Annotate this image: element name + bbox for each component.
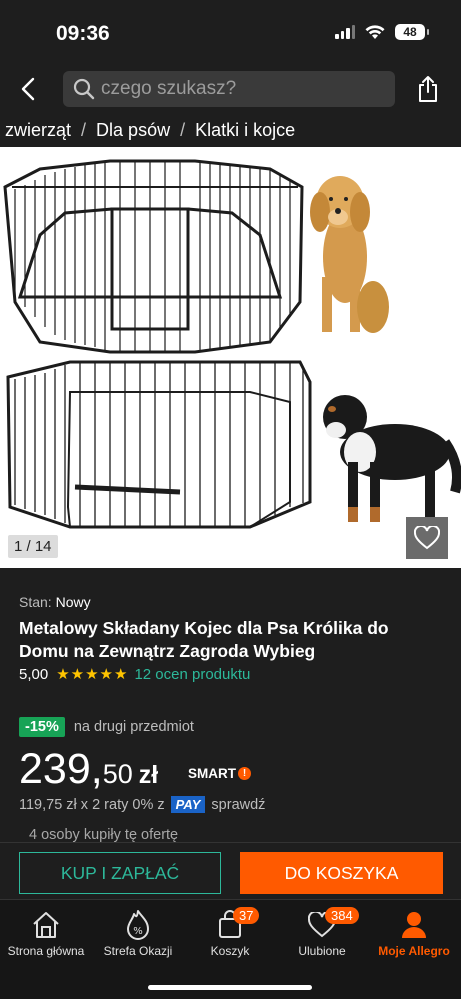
status-icons: 48 (335, 24, 429, 40)
product-condition: Stan: Nowy (19, 594, 91, 610)
home-indicator[interactable] (148, 985, 312, 990)
rating-stars-icon: ★★★★★ (56, 666, 129, 683)
deals-icon: % (127, 910, 149, 940)
tab-cart[interactable]: 37 Koszyk (184, 906, 276, 958)
condition-value: Nowy (55, 594, 91, 610)
svg-text:%: % (133, 926, 143, 937)
breadcrumb-item-dogs[interactable]: Dla psów (96, 120, 170, 141)
breadcrumb-item-cages[interactable]: Klatki i kojce (195, 120, 295, 141)
price-cents: 50 (102, 759, 133, 789)
installment-check-link[interactable]: sprawdź (211, 797, 265, 813)
smart-badge: SMART ! (188, 766, 251, 781)
breadcrumb-separator: / (180, 119, 186, 140)
tab-my-allegro[interactable]: Moje Allegro (368, 906, 460, 958)
home-icon (33, 912, 59, 938)
tab-deals-label: Strefa Okazji (103, 944, 173, 958)
add-to-cart-button[interactable]: DO KOSZYKA (240, 852, 443, 894)
installment-info: 119,75 zł x 2 raty 0% z PAY sprawdź (19, 796, 265, 813)
share-button[interactable] (413, 72, 443, 106)
discount-info: -15% na drugi przedmiot (19, 717, 194, 737)
buyers-count: 4 osoby kupiły tę ofertę (29, 827, 179, 843)
price-currency: zł (138, 761, 159, 789)
product-image (3, 159, 461, 529)
tab-my-allegro-label: Moje Allegro (378, 944, 450, 958)
rating-score: 5,00 (19, 665, 49, 683)
pay-logo: PAY (170, 796, 206, 813)
signal-icon (335, 25, 355, 39)
tab-deals[interactable]: % Strefa Okazji (92, 906, 184, 958)
bernese-dog-image (323, 395, 461, 522)
product-gallery[interactable]: 1 / 14 (0, 147, 461, 568)
search-bar[interactable] (63, 71, 395, 107)
heart-icon (414, 526, 440, 550)
wifi-icon (365, 24, 385, 39)
back-button[interactable] (12, 72, 44, 106)
tab-cart-label: Koszyk (210, 944, 250, 958)
discount-desc: na drugi przedmiot (73, 719, 194, 735)
action-bar: KUP I ZAPŁAĆ DO KOSZYKA (0, 842, 461, 899)
condition-label: Stan: (19, 594, 52, 610)
tab-home-label: Strona główna (7, 944, 85, 958)
share-icon (419, 76, 437, 102)
product-rating[interactable]: 5,00 ★★★★★ 12 ocen produktu (19, 665, 250, 684)
golden-retriever-image (310, 176, 389, 333)
breadcrumb-item-animals[interactable]: la zwierząt (0, 120, 71, 141)
search-icon (73, 78, 95, 100)
battery-indicator: 48 (395, 24, 429, 40)
status-time: 09:36 (56, 22, 110, 45)
reviews-link[interactable]: 12 ocen produktu (134, 666, 250, 683)
status-bar: 09:36 48 (0, 0, 461, 64)
cart-count-badge: 37 (233, 907, 260, 924)
search-input[interactable] (101, 78, 381, 100)
tab-favorites-label: Ulubione (298, 944, 346, 958)
tab-favorites[interactable]: 384 Ulubione (276, 906, 368, 958)
chevron-left-icon (21, 77, 35, 101)
breadcrumb-separator: / (81, 119, 87, 140)
product-price: 239, 50 zł (19, 745, 158, 794)
smart-label: SMART (188, 766, 236, 781)
user-icon (402, 912, 426, 938)
bottom-tab-bar: Strona główna % Strefa Okazji 37 Koszyk … (0, 899, 461, 999)
product-title: Metalowy Składany Kojec dla Psa Królika … (19, 618, 389, 661)
favorites-count-badge: 384 (325, 907, 359, 924)
search-header (0, 64, 461, 114)
smart-logo-icon: ! (238, 767, 251, 780)
installment-text: 119,75 zł x 2 raty 0% z (19, 796, 165, 813)
price-main: 239, (19, 745, 103, 793)
image-counter: 1 / 14 (8, 535, 58, 558)
buy-now-button[interactable]: KUP I ZAPŁAĆ (19, 852, 221, 894)
breadcrumb: la zwierząt / Dla psów / Klatki i kojce (0, 114, 461, 146)
discount-badge: -15% (19, 717, 65, 737)
add-to-favorites-button[interactable] (406, 517, 448, 559)
tab-home[interactable]: Strona główna (0, 906, 92, 958)
